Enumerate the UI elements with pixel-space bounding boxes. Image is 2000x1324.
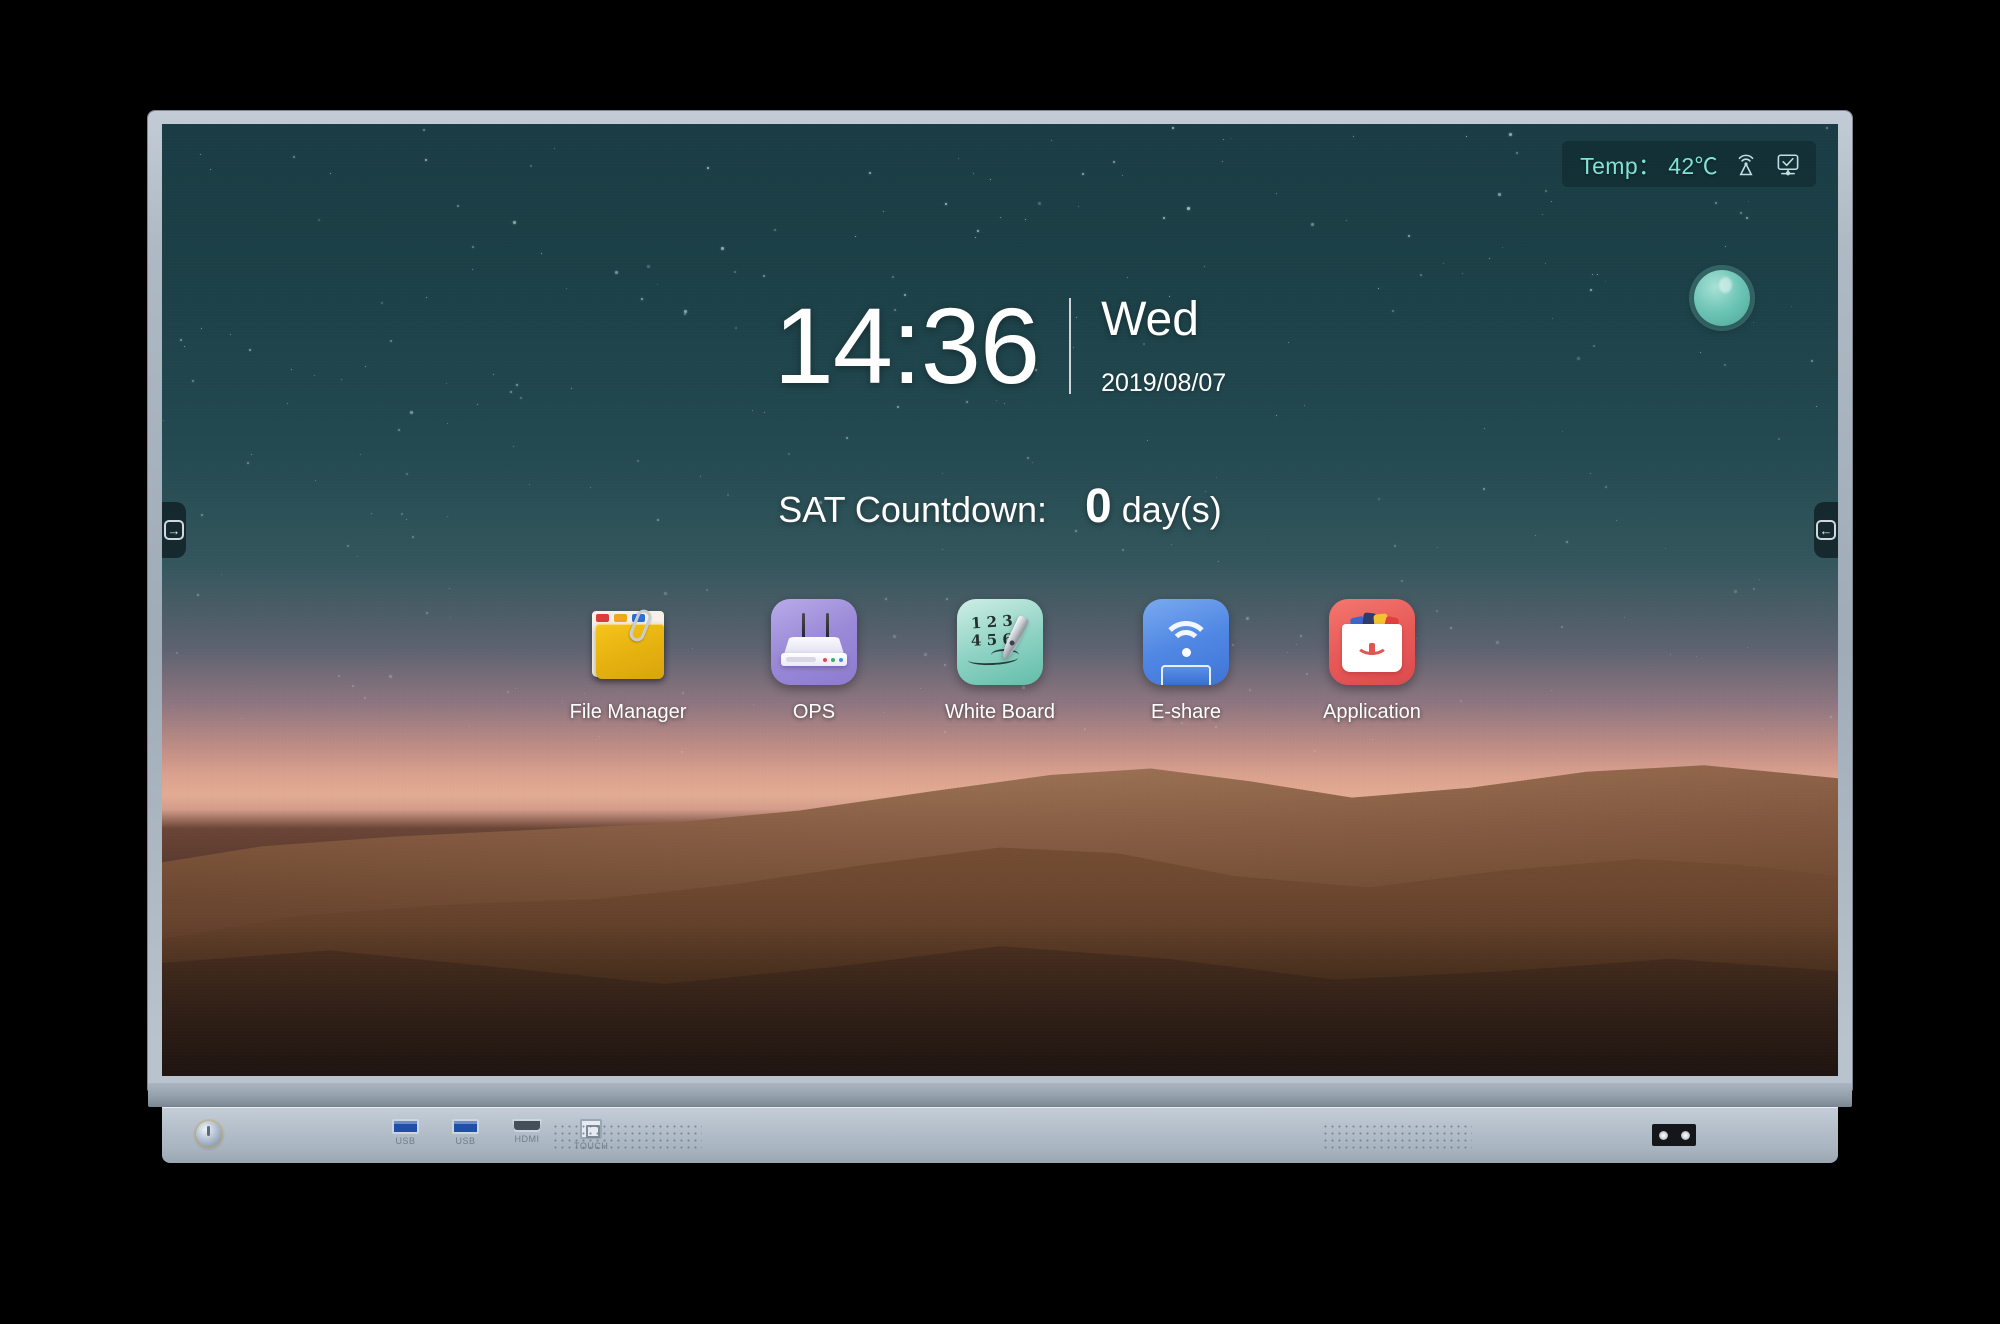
wifi-cast-icon <box>1143 599 1229 685</box>
router-icon <box>771 599 857 685</box>
app-dock: File Manager OPS 1 2 3 4 5 6 White Board… <box>162 599 1838 724</box>
usb-port-2[interactable]: USB <box>452 1119 479 1146</box>
bottom-control-bar: USB USB HDMI TOUCH <box>162 1107 1838 1163</box>
whiteboard-digits-row1: 1 2 3 <box>970 611 1014 633</box>
app-label: White Board <box>944 701 1056 723</box>
display-bezel: Temp： 42℃ → ← 14:36 Wed 2019/08/07 SAT C… <box>148 111 1852 1091</box>
speaker-grille-right <box>1322 1123 1472 1149</box>
clock-widget[interactable]: 14:36 Wed 2019/08/07 <box>162 292 1838 400</box>
countdown-label: SAT Countdown: <box>778 489 1048 530</box>
folder-paperclip-icon <box>585 599 671 685</box>
clock-date: 2019/08/07 <box>1101 369 1227 397</box>
app-white-board[interactable]: 1 2 3 4 5 6 White Board <box>935 599 1065 724</box>
usb-port-icon <box>392 1119 419 1134</box>
wallpaper-dune-shadow <box>162 923 1838 1076</box>
usb-port-1[interactable]: USB <box>392 1119 419 1146</box>
hdmi-port[interactable]: HDMI <box>512 1119 542 1144</box>
whiteboard-pen-icon: 1 2 3 4 5 6 <box>957 599 1043 685</box>
app-label: File Manager <box>569 701 687 723</box>
app-ops[interactable]: OPS <box>749 599 879 724</box>
app-label: Application <box>1323 701 1421 723</box>
bottom-shelf <box>148 1083 1852 1107</box>
port-label: HDMI <box>514 1134 540 1144</box>
countdown-unit: day(s) <box>1121 489 1222 530</box>
countdown-value: 0 <box>1085 480 1112 533</box>
port-label: USB <box>395 1136 416 1146</box>
app-file-manager[interactable]: File Manager <box>563 599 693 724</box>
app-e-share[interactable]: E-share <box>1121 599 1251 724</box>
ir-sensor-window <box>1652 1124 1696 1146</box>
usb-port-icon <box>452 1119 479 1134</box>
app-store-bag-icon <box>1329 599 1415 685</box>
ir-sensor-dot <box>1658 1130 1668 1140</box>
clock-time: 14:36 <box>773 285 1040 406</box>
display-panel: Temp： 42℃ → ← 14:36 Wed 2019/08/07 SAT C… <box>162 124 1838 1076</box>
wireless-broadcast-icon[interactable] <box>1732 150 1760 178</box>
app-label: OPS <box>792 701 836 723</box>
status-bar: Temp： 42℃ <box>1562 141 1816 187</box>
hdmi-port-icon <box>512 1119 542 1132</box>
countdown-widget[interactable]: SAT Countdown: 0 day(s) <box>162 479 1838 534</box>
clock-date-block: Wed 2019/08/07 <box>1071 292 1226 400</box>
screen-status-icon[interactable] <box>1774 150 1802 178</box>
temperature-readout: Temp： 42℃ <box>1580 153 1718 179</box>
power-button[interactable] <box>196 1121 222 1147</box>
ir-sensor-dot <box>1680 1130 1690 1140</box>
app-application[interactable]: Application <box>1307 599 1437 724</box>
clock-weekday: Wed <box>1101 293 1199 346</box>
port-label: USB <box>455 1136 476 1146</box>
speaker-grille-left <box>552 1123 702 1149</box>
interactive-display-device: Temp： 42℃ → ← 14:36 Wed 2019/08/07 SAT C… <box>148 111 1852 1164</box>
home-screen[interactable]: Temp： 42℃ → ← 14:36 Wed 2019/08/07 SAT C… <box>162 124 1838 1076</box>
app-label: E-share <box>1150 701 1222 723</box>
